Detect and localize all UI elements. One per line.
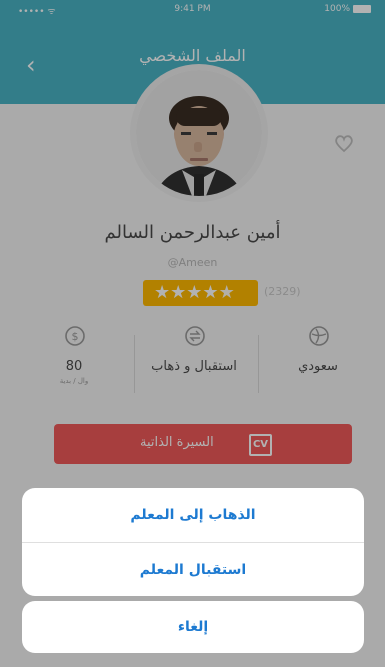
profile-screen: ••••• ᯤ 9:41 PM 100% ‹ الملف الشخصي أمين… (0, 0, 385, 667)
action-sheet: الذهاب إلى المعلم استقبال المعلم (22, 488, 364, 596)
action-go-to-teacher[interactable]: الذهاب إلى المعلم (22, 488, 364, 542)
action-receive-teacher[interactable]: استقبال المعلم (22, 543, 364, 596)
cancel-button[interactable]: إلغاء (22, 601, 364, 653)
